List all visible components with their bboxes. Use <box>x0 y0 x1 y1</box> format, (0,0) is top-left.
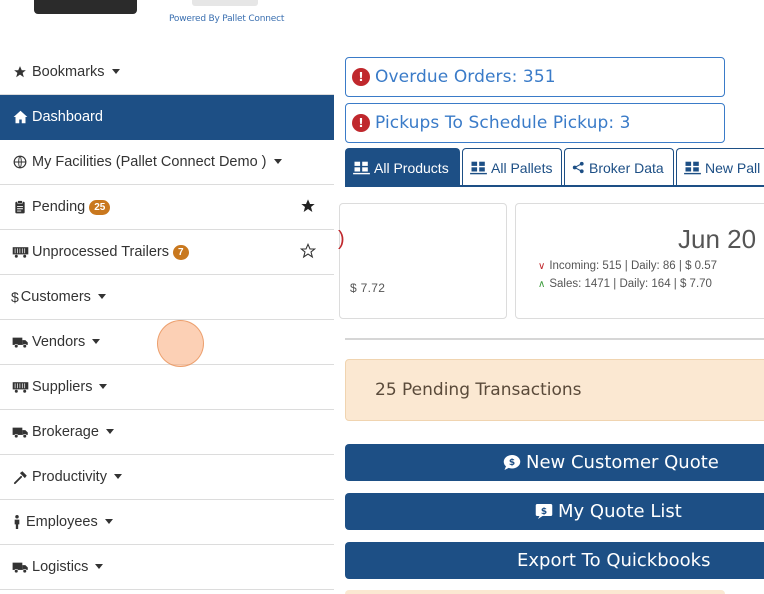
sidebar-item-productivity[interactable]: Productivity <box>0 455 334 500</box>
chevron-down-icon: ∨ <box>538 261 546 272</box>
person-icon <box>11 515 23 529</box>
trailers-count-badge: 7 <box>173 244 189 260</box>
sidebar-item-label: Employees <box>26 514 98 530</box>
trailer-icon <box>11 246 29 258</box>
truck-icon <box>11 561 29 574</box>
exclamation-circle-icon: ! <box>352 68 370 86</box>
svg-text:$: $ <box>509 458 515 468</box>
sales-stat: ∧ Sales: 1471 | Daily: 164 | $ 7.70 <box>538 278 712 290</box>
sidebar-item-label: Vendors <box>32 334 86 350</box>
comment-dollar-icon: $ <box>503 454 521 471</box>
pallets-icon <box>470 161 487 175</box>
sidebar-item-label: My Facilities (Pallet Connect Demo ) <box>32 154 267 170</box>
pending-count-badge: 25 <box>89 199 111 215</box>
card-date: Jun 20 <box>678 224 757 254</box>
sidebar-item-label: Bookmarks <box>32 64 105 80</box>
tab-all-products[interactable]: All Products <box>345 148 460 186</box>
globe-icon <box>11 155 29 169</box>
sidebar-item-customers[interactable]: $ Customers <box>0 275 334 320</box>
sidebar-item-label: Customers <box>20 289 91 305</box>
brand-logo-light <box>192 0 258 6</box>
button-label: My Quote List <box>558 501 682 522</box>
button-label: New Customer Quote <box>526 452 719 473</box>
comment-dollar-icon: $ <box>535 503 553 520</box>
pickups-alert[interactable]: ! Pickups To Schedule Pickup: 3 <box>345 103 725 143</box>
chevron-down-icon <box>95 563 104 569</box>
tab-label: New Pall <box>705 159 761 176</box>
exclamation-circle-icon: ! <box>352 114 370 132</box>
sidebar-item-bookmarks[interactable]: Bookmarks <box>0 50 334 95</box>
tab-new-pallets[interactable]: New Pall <box>676 148 764 186</box>
svg-text:$: $ <box>541 507 547 517</box>
overdue-orders-text: Overdue Orders: 351 <box>375 67 556 87</box>
tab-label: Broker Data <box>589 159 664 176</box>
pallets-icon <box>684 161 701 175</box>
sidebar-item-dashboard[interactable]: Dashboard <box>0 95 334 140</box>
tabs-underline <box>345 185 764 187</box>
my-quote-list-button[interactable]: $ My Quote List <box>345 493 764 530</box>
sales-text: Sales: 1471 | Daily: 164 | $ 7.70 <box>549 278 712 290</box>
sidebar-item-employees[interactable]: Employees <box>0 500 334 545</box>
powered-by-text: Powered By Pallet Connect <box>169 14 285 24</box>
truck-icon <box>11 336 29 349</box>
tab-label: All Pallets <box>491 159 553 176</box>
product-tabs: All Products All Pallets Broker Data New… <box>345 148 764 186</box>
sidebar-item-logistics[interactable]: Logistics <box>0 545 334 590</box>
clipboard-icon <box>11 200 29 214</box>
sidebar-item-label: Pending <box>32 199 86 215</box>
new-customer-quote-button[interactable]: $ New Customer Quote <box>345 444 764 481</box>
pickups-text: Pickups To Schedule Pickup: 3 <box>375 113 631 133</box>
overdue-orders-alert[interactable]: ! Overdue Orders: 351 <box>345 57 725 97</box>
bookmark-star-outline-icon[interactable] <box>299 242 317 263</box>
sidebar-item-brokerage[interactable]: Brokerage <box>0 410 334 455</box>
sidebar-item-label: Logistics <box>32 559 89 575</box>
truck-icon <box>11 426 29 439</box>
brand-logo-dark[interactable] <box>34 0 137 14</box>
sidebar-nav: Bookmarks Dashboard My Facilities (Palle… <box>0 50 334 590</box>
pending-transactions-text: 25 Pending Transactions <box>375 380 582 400</box>
hammer-icon <box>11 470 29 485</box>
pending-transactions-panel[interactable]: 25 Pending Transactions <box>345 359 764 421</box>
chevron-down-icon <box>99 383 108 389</box>
share-icon <box>572 161 585 174</box>
main-content: ! Overdue Orders: 351 ! Pickups To Sched… <box>338 50 764 594</box>
sidebar-item-label: Productivity <box>32 469 107 485</box>
card-fragment: ) <box>338 228 345 250</box>
summary-card-previous: ) $ 7.72 <box>338 203 507 319</box>
sidebar-item-label: Dashboard <box>32 109 103 125</box>
chevron-up-icon: ∧ <box>538 279 546 290</box>
tab-label: All Products <box>374 159 449 176</box>
sidebar-item-label: Brokerage <box>32 424 99 440</box>
chevron-down-icon <box>92 338 101 344</box>
export-quickbooks-button[interactable]: Export To Quickbooks <box>345 542 764 579</box>
sidebar-item-label: Suppliers <box>32 379 93 395</box>
trailer-icon <box>11 381 29 393</box>
sidebar-item-suppliers[interactable]: Suppliers <box>0 365 334 410</box>
card-amount: $ 7.72 <box>350 281 386 295</box>
sidebar-item-my-facilities[interactable]: My Facilities (Pallet Connect Demo ) <box>0 140 334 185</box>
summary-card-month: Jun 20 ∨ Incoming: 515 | Daily: 86 | $ 0.… <box>515 203 764 319</box>
sidebar-item-label: Unprocessed Trailers <box>32 244 169 260</box>
dollar-icon: $ <box>11 289 19 305</box>
incoming-stat: ∨ Incoming: 515 | Daily: 86 | $ 0.57 <box>538 260 717 272</box>
cursor-indicator <box>157 320 204 367</box>
home-icon <box>11 110 29 124</box>
chevron-down-icon <box>273 158 282 164</box>
chevron-down-icon <box>97 293 106 299</box>
tab-broker-data[interactable]: Broker Data <box>564 148 674 186</box>
bottom-panel-edge <box>345 590 725 594</box>
pallets-icon <box>353 161 370 175</box>
incoming-text: Incoming: 515 | Daily: 86 | $ 0.57 <box>549 260 718 272</box>
chevron-down-icon <box>111 68 120 74</box>
chevron-down-icon <box>113 473 122 479</box>
chevron-down-icon <box>105 428 114 434</box>
star-icon <box>11 65 29 79</box>
section-divider <box>345 338 764 340</box>
bookmark-star-filled-icon[interactable] <box>300 198 316 218</box>
tab-all-pallets[interactable]: All Pallets <box>462 148 562 186</box>
sidebar-item-unprocessed-trailers[interactable]: Unprocessed Trailers 7 <box>0 230 334 275</box>
button-label: Export To Quickbooks <box>517 550 711 571</box>
chevron-down-icon <box>104 518 113 524</box>
sidebar-item-pending[interactable]: Pending 25 <box>0 185 334 230</box>
